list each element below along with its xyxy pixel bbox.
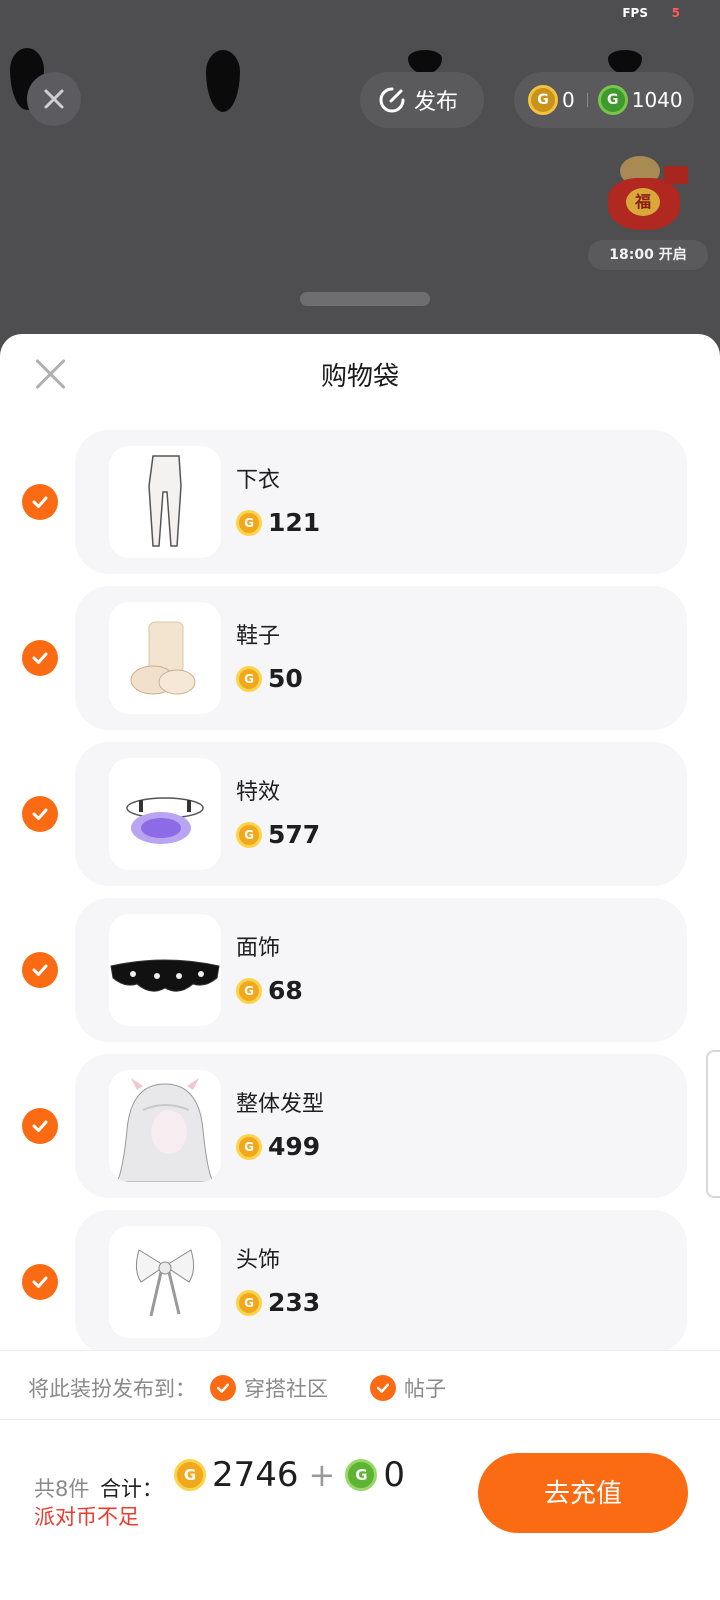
- check-icon: [32, 964, 48, 976]
- item-price: G 233: [236, 1288, 320, 1317]
- price-value: 50: [268, 664, 303, 693]
- insufficient-balance-warning: 派对币不足: [34, 1505, 139, 1529]
- gold-coin-balance: 0: [562, 88, 575, 112]
- item-name: 特效: [236, 780, 281, 805]
- publish-button[interactable]: 发布: [360, 72, 484, 128]
- publish-label: 发布: [414, 90, 459, 115]
- white-bow-image: [109, 1226, 221, 1338]
- option-label: 穿搭社区: [244, 1377, 328, 1401]
- item-checkbox[interactable]: [22, 796, 58, 832]
- item-card[interactable]: 整体发型 G 499: [75, 1054, 687, 1198]
- item-name: 鞋子: [236, 624, 281, 649]
- item-name: 面饰: [236, 936, 281, 961]
- item-name: 整体发型: [236, 1092, 325, 1117]
- total-amount: G 2746 + G 0: [174, 1455, 405, 1495]
- socks-shoes-image: [109, 602, 221, 714]
- leggings-image: [109, 446, 221, 558]
- green-coin-balance: 1040: [631, 88, 683, 112]
- item-price: G 68: [236, 976, 303, 1005]
- option-checkbox[interactable]: [370, 1375, 396, 1401]
- check-icon: [32, 652, 48, 664]
- fu-glyph: 福: [626, 188, 660, 216]
- red-envelope-icon: [664, 166, 688, 184]
- publish-options-bar: 将此装扮发布到： 穿搭社区 帖子: [0, 1350, 720, 1420]
- stage-platform: [300, 292, 430, 306]
- list-item[interactable]: 整体发型 G 499: [0, 1054, 720, 1198]
- price-value: 499: [268, 1132, 321, 1161]
- close-icon: [44, 89, 64, 109]
- fps-value: 5: [671, 6, 680, 20]
- item-card[interactable]: 头饰 G 233: [75, 1210, 687, 1354]
- gold-coin-icon: G: [236, 509, 262, 536]
- gold-coin-icon: G: [528, 85, 558, 115]
- item-price: G 577: [236, 820, 320, 849]
- list-item[interactable]: 面饰 G 68: [0, 898, 720, 1042]
- side-drawer-handle[interactable]: [706, 1050, 720, 1198]
- gold-coin-icon: G: [236, 977, 262, 1004]
- white-hair-image: [109, 1070, 221, 1182]
- publish-to-label: 将此装扮发布到：: [28, 1377, 196, 1401]
- gold-coin-icon: G: [174, 1459, 206, 1491]
- item-checkbox[interactable]: [22, 640, 58, 676]
- price-value: 233: [268, 1288, 321, 1317]
- publish-icon: [379, 87, 405, 113]
- lucky-bag-event-button[interactable]: 福: [602, 152, 694, 236]
- sheet-title: 购物袋: [320, 362, 399, 392]
- item-card[interactable]: 面饰 G 68: [75, 898, 687, 1042]
- item-count: 共8件: [34, 1477, 90, 1501]
- item-card[interactable]: 下衣 G 121: [75, 430, 687, 574]
- check-icon: [217, 1383, 229, 1393]
- item-name: 下衣: [236, 468, 281, 493]
- heart-decoration: [608, 50, 642, 74]
- gold-coin-icon: G: [236, 821, 262, 848]
- heart-decoration: [408, 50, 442, 74]
- price-value: 121: [268, 508, 321, 537]
- check-icon: [377, 1383, 389, 1393]
- fps-label: FPS: [622, 6, 648, 20]
- gold-coin-icon: G: [236, 1133, 262, 1160]
- item-checkbox[interactable]: [22, 1108, 58, 1144]
- list-item[interactable]: 鞋子 G 50: [0, 586, 720, 730]
- check-icon: [32, 1120, 48, 1132]
- option-label: 帖子: [404, 1377, 446, 1401]
- wallet-balance[interactable]: G 0 G 1040: [514, 72, 694, 128]
- publish-option-community[interactable]: 穿搭社区: [210, 1373, 328, 1403]
- item-price: G 50: [236, 664, 303, 693]
- item-checkbox[interactable]: [22, 484, 58, 520]
- background-scene: FPS 5 发布 G 0 G 1040 福 18:00 开启: [0, 0, 720, 360]
- list-item[interactable]: 下衣 G 121: [0, 430, 720, 574]
- price-value: 577: [268, 820, 321, 849]
- price-value: 68: [268, 976, 303, 1005]
- check-icon: [32, 1276, 48, 1288]
- item-checkbox[interactable]: [22, 952, 58, 988]
- checkout-footer: 共8件 合计： G 2746 + G 0 派对币不足 去充值: [0, 1421, 720, 1600]
- total-green-value: 0: [383, 1455, 405, 1495]
- magic-circle-effect-image: [109, 758, 221, 870]
- green-coin-icon: G: [597, 85, 628, 115]
- item-name: 头饰: [236, 1248, 281, 1273]
- item-card[interactable]: 特效 G 577: [75, 742, 687, 886]
- event-timer: 18:00 开启: [588, 240, 708, 270]
- list-item[interactable]: 头饰 G 233: [0, 1210, 720, 1354]
- item-checkbox[interactable]: [22, 1264, 58, 1300]
- item-price: G 499: [236, 1132, 320, 1161]
- divider: [586, 93, 588, 107]
- check-icon: [32, 808, 48, 820]
- close-page-button[interactable]: [27, 72, 81, 126]
- plus-sign: +: [308, 1456, 336, 1494]
- item-card[interactable]: 鞋子 G 50: [75, 586, 687, 730]
- item-price: G 121: [236, 508, 320, 537]
- gold-coin-icon: G: [236, 1289, 262, 1316]
- option-checkbox[interactable]: [210, 1375, 236, 1401]
- gold-coin-icon: G: [236, 665, 262, 692]
- lace-mask-image: [109, 914, 221, 1026]
- total-label: 合计：: [100, 1477, 163, 1501]
- total-gold-value: 2746: [212, 1455, 299, 1495]
- recharge-button[interactable]: 去充值: [478, 1453, 688, 1533]
- check-icon: [32, 496, 48, 508]
- green-coin-icon: G: [345, 1459, 378, 1491]
- publish-option-post[interactable]: 帖子: [370, 1373, 446, 1403]
- heart-decoration: [206, 50, 240, 112]
- list-item[interactable]: 特效 G 577: [0, 742, 720, 886]
